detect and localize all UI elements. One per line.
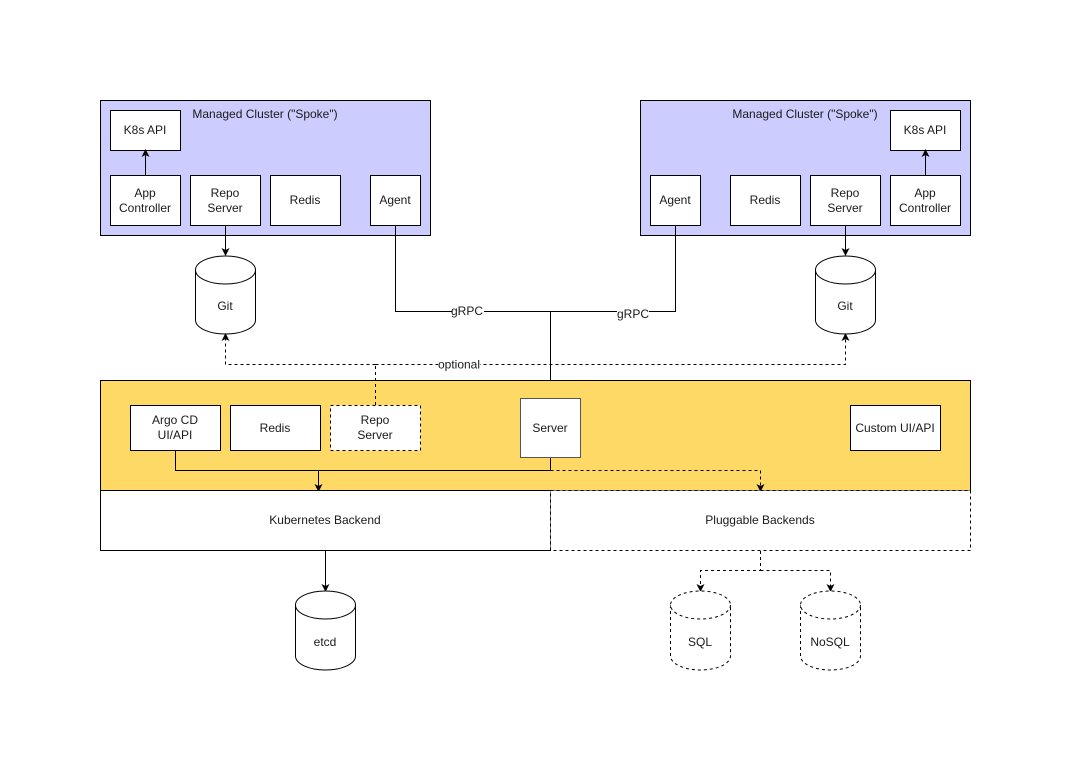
- spoke-right-repo-server[interactable]: Repo Server: [810, 175, 881, 226]
- spoke-right-agent-label: Agent: [659, 193, 691, 207]
- git-right[interactable]: Git: [815, 255, 876, 335]
- git-left[interactable]: Git: [195, 255, 256, 335]
- spoke-right-app-controller-label-1: App: [914, 186, 936, 200]
- hub-redis[interactable]: Redis: [230, 405, 321, 451]
- nosql-store[interactable]: NoSQL: [800, 590, 861, 671]
- spoke-left-k8s-api-label: K8s API: [124, 123, 167, 137]
- spoke-left-app-controller[interactable]: App Controller: [110, 175, 181, 226]
- spoke-right-agent[interactable]: Agent: [650, 175, 701, 226]
- nosql-label: NoSQL: [810, 635, 850, 649]
- spoke-left-repo-server-label-2: Server: [207, 201, 242, 215]
- spoke-left-app-controller-label-1: App: [134, 186, 156, 200]
- spoke-left-agent[interactable]: Agent: [370, 175, 421, 226]
- spoke-right-repo-server-label-1: Repo: [831, 186, 860, 200]
- git-left-label: Git: [217, 299, 233, 313]
- hub-custom-ui-api[interactable]: Custom UI/API: [850, 405, 941, 451]
- spoke-cluster-left: Managed Cluster ("Spoke") K8s API App Co…: [100, 100, 431, 236]
- hub-repo-server[interactable]: Repo Server: [330, 405, 421, 451]
- sql-store[interactable]: SQL: [670, 590, 731, 671]
- hub-argocd-ui-api[interactable]: Argo CD UI/API: [130, 405, 221, 451]
- spoke-right-title: Managed Cluster ("Spoke"): [732, 107, 877, 121]
- spoke-right-k8s-api-label: K8s API: [904, 123, 947, 137]
- pluggable-backends-label: Pluggable Backends: [705, 513, 814, 527]
- arrow-to-nosql: [760, 570, 835, 592]
- spoke-left-k8s-api[interactable]: K8s API: [110, 110, 181, 151]
- spoke-right-k8s-api[interactable]: K8s API: [890, 110, 961, 151]
- hub-argocd-ui-api-label-1: Argo CD: [152, 413, 198, 427]
- spoke-left-repo-server-label-1: Repo: [211, 186, 240, 200]
- hub-server-label: Server: [532, 421, 567, 435]
- grpc-right-label: gRPC: [617, 307, 649, 321]
- git-right-label: Git: [837, 299, 853, 313]
- sql-label: SQL: [688, 635, 712, 649]
- optional-link-to-git-left: [221, 333, 376, 365]
- spoke-left-app-controller-label-2: Controller: [119, 201, 171, 215]
- spoke-right-redis[interactable]: Redis: [730, 175, 801, 226]
- spoke-left-agent-label: Agent: [379, 193, 411, 207]
- etcd-store[interactable]: etcd: [295, 590, 356, 671]
- spoke-left-redis-label: Redis: [290, 193, 321, 207]
- kubernetes-backend-label: Kubernetes Backend: [269, 513, 380, 527]
- spoke-right-app-controller[interactable]: App Controller: [890, 175, 961, 226]
- grpc-left-label: gRPC: [451, 304, 483, 318]
- grpc-agents-link: [395, 226, 676, 312]
- hub-repo-server-label-2: Server: [357, 428, 392, 442]
- hub-custom-ui-api-label: Custom UI/API: [855, 421, 934, 435]
- hub-server[interactable]: Server: [520, 398, 581, 458]
- hub-argocd-ui-api-label-2: UI/API: [158, 428, 193, 442]
- kubernetes-backend[interactable]: Kubernetes Backend: [100, 490, 551, 551]
- spoke-left-title: Managed Cluster ("Spoke"): [192, 107, 337, 121]
- optional-label: optional: [438, 358, 480, 372]
- spoke-left-repo-server[interactable]: Repo Server: [190, 175, 261, 226]
- spoke-right-app-controller-label-2: Controller: [899, 201, 951, 215]
- architecture-diagram: Managed Cluster ("Spoke") K8s API App Co…: [100, 100, 971, 671]
- arrow-to-sql: [696, 551, 761, 592]
- hub-redis-label: Redis: [260, 421, 291, 435]
- pluggable-backends[interactable]: Pluggable Backends: [550, 490, 971, 551]
- spoke-left-redis[interactable]: Redis: [270, 175, 341, 226]
- hub-repo-server-label-1: Repo: [361, 413, 390, 427]
- etcd-label: etcd: [314, 635, 337, 649]
- spoke-right-repo-server-label-2: Server: [827, 201, 862, 215]
- spoke-cluster-right: Managed Cluster ("Spoke") K8s API Agent …: [640, 100, 971, 236]
- spoke-right-redis-label: Redis: [750, 193, 781, 207]
